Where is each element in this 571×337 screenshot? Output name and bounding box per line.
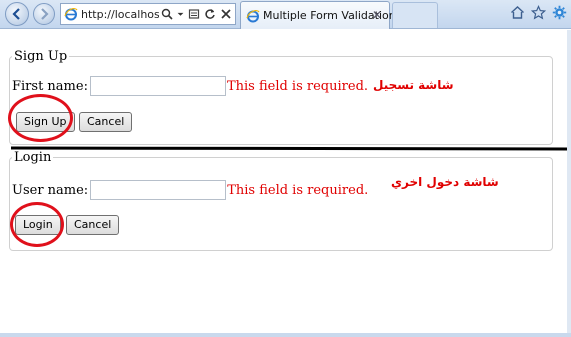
signup-legend: Sign Up — [14, 49, 68, 64]
user-name-input[interactable] — [90, 180, 227, 200]
tab-close-button[interactable]: ✕ — [372, 8, 382, 22]
back-button[interactable] — [5, 2, 29, 26]
highlight-circle-login — [10, 202, 64, 247]
new-tab-button[interactable] — [392, 2, 438, 28]
compatibility-view-icon[interactable] — [188, 8, 200, 20]
login-cancel-button[interactable]: Cancel — [66, 215, 120, 235]
stop-icon[interactable] — [220, 8, 232, 20]
address-bar[interactable]: http://localhost: — [60, 3, 236, 25]
login-annotation: شاشة دخول اخري — [391, 175, 499, 189]
favorites-star-icon[interactable] — [531, 5, 546, 20]
search-icon[interactable] — [161, 8, 173, 20]
first-name-label: First name: — [12, 78, 88, 94]
highlight-circle-sign-up — [8, 94, 73, 142]
signup-cancel-button[interactable]: Cancel — [79, 112, 133, 132]
first-name-input[interactable] — [89, 76, 226, 96]
login-legend: Login — [14, 150, 52, 165]
window-border — [567, 30, 571, 337]
first-name-error: This field is required. — [226, 78, 369, 94]
forward-arrow-icon — [41, 8, 49, 20]
refresh-icon[interactable] — [204, 8, 216, 20]
signup-field-row: First name: This field is required. — [12, 76, 368, 96]
login-fieldset: Login — [9, 150, 553, 251]
back-arrow-icon — [12, 8, 20, 20]
ie-logo-icon — [64, 8, 78, 21]
page-content: Sign Up First name: This field is requir… — [0, 30, 571, 333]
dropdown-arrow-icon[interactable] — [177, 8, 184, 20]
login-field-row: User name: This field is required. — [12, 180, 368, 200]
tab-multiple-form-validation[interactable]: Multiple Form Validation ✕ — [240, 1, 396, 29]
ie-logo-icon — [246, 9, 260, 22]
browser-toolbar: http://localhost: Multiple Form Validati… — [0, 0, 571, 29]
address-text: http://localhost: — [81, 7, 159, 21]
user-name-error: This field is required. — [227, 182, 369, 198]
gear-icon[interactable] — [552, 5, 567, 20]
forward-button[interactable] — [33, 3, 55, 25]
home-icon[interactable] — [510, 5, 525, 20]
user-name-label: User name: — [12, 182, 89, 198]
signup-annotation: شاشة تسجيل — [373, 78, 454, 92]
status-strip — [0, 333, 571, 337]
